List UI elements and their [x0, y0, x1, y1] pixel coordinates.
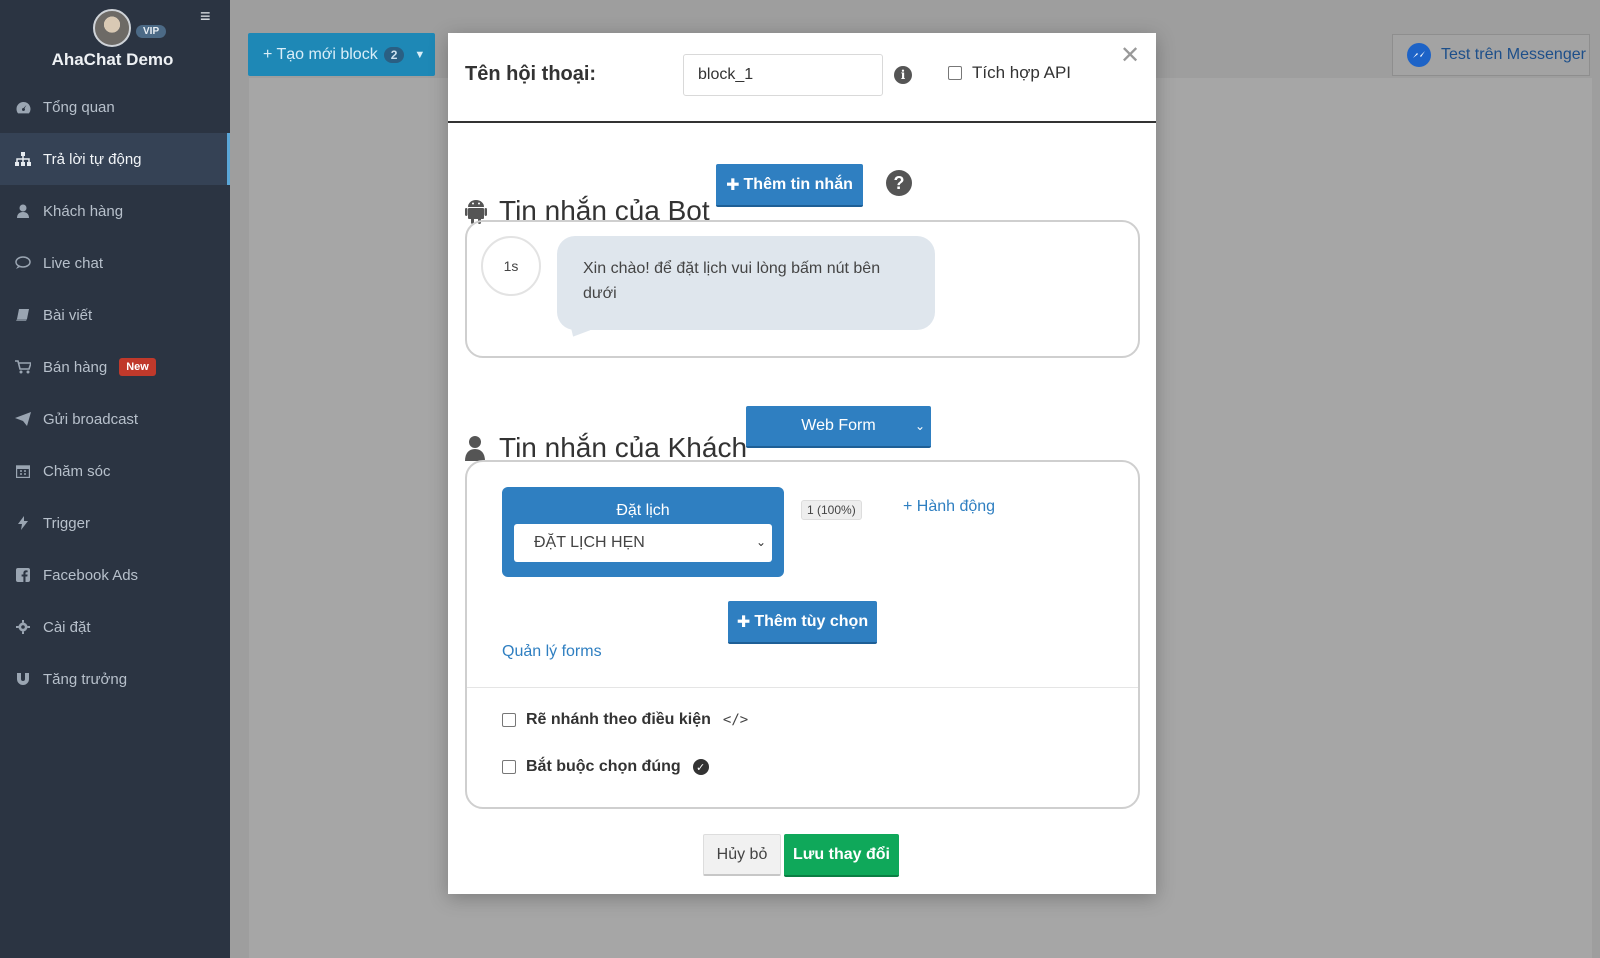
sidebar-item-cai-dat[interactable]: Cài đặt: [0, 601, 230, 653]
new-badge: New: [119, 358, 156, 376]
add-message-button[interactable]: ✚ Thêm tin nhắn: [716, 164, 863, 207]
check-circle-icon: ✓: [692, 759, 709, 775]
chevron-down-icon: ⌄: [755, 535, 766, 549]
messenger-icon: [1407, 43, 1431, 67]
sidebar-item-label: Chăm sóc: [43, 462, 111, 480]
sidebar-item-label: Tổng quan: [43, 98, 115, 116]
calendar-icon: [15, 463, 31, 479]
sidebar-nav: Tổng quan Trả lời tự động Khách hàng Liv…: [0, 81, 230, 705]
code-icon: </>: [722, 712, 749, 728]
bot-message-box: 1s Xin chào! để đặt lịch vui lòng bấm nú…: [465, 220, 1140, 358]
sidebar-item-khach-hang[interactable]: Khách hàng: [0, 185, 230, 237]
delay-indicator[interactable]: 1s: [481, 236, 541, 296]
required-label: Bắt buộc chọn đúng: [526, 758, 681, 775]
help-icon[interactable]: ?: [886, 170, 912, 196]
dashboard-icon: [15, 99, 31, 115]
brand-name: AhaChat Demo: [51, 50, 174, 69]
add-option-label: Thêm tùy chọn: [754, 612, 869, 630]
hamburger-menu-icon[interactable]: ≡: [200, 7, 218, 25]
cart-icon: [15, 359, 31, 375]
branch-condition-option[interactable]: Rẽ nhánh theo điều kiện </>: [502, 711, 748, 729]
bolt-icon: [15, 515, 31, 531]
sidebar-item-label: Cài đặt: [43, 618, 91, 636]
info-icon[interactable]: i: [894, 66, 912, 84]
sidebar-item-label: Trigger: [43, 514, 90, 532]
sidebar-item-label: Live chat: [43, 254, 104, 272]
sidebar-item-trigger[interactable]: Trigger: [0, 497, 230, 549]
sidebar-item-tang-truong[interactable]: Tăng trưởng: [0, 653, 230, 705]
sitemap-icon: [15, 151, 31, 167]
add-action-link[interactable]: + Hành động: [903, 498, 995, 516]
divider: [467, 687, 1138, 688]
sidebar-item-bai-viet[interactable]: Bài viết: [0, 289, 230, 341]
user-icon: [465, 435, 487, 461]
gear-icon: [15, 619, 31, 635]
save-button[interactable]: Lưu thay đổi: [784, 834, 899, 877]
vip-badge: VIP: [136, 25, 167, 38]
sidebar-item-tra-loi-tu-dong[interactable]: Trả lời tự động: [0, 133, 230, 185]
cancel-button[interactable]: Hủy bỏ: [703, 834, 781, 876]
bot-message-bubble[interactable]: Xin chào! để đặt lịch vui lòng bấm nút b…: [557, 236, 935, 330]
magnet-icon: [15, 671, 31, 687]
customer-message-box: Đặt lịch ĐẶT LỊCH HẸN ⌄ 1 (100%) + Hành …: [465, 460, 1140, 809]
sidebar-item-label: Bài viết: [43, 306, 93, 324]
manage-forms-link[interactable]: Quản lý forms: [502, 643, 602, 661]
sidebar-item-tong-quan[interactable]: Tổng quan: [0, 81, 230, 133]
api-checkbox[interactable]: [948, 66, 962, 80]
chevron-down-icon: ⌄: [914, 419, 925, 433]
close-icon[interactable]: ✕: [1120, 41, 1140, 70]
new-block-label: + Tạo mới block: [263, 45, 378, 63]
sidebar-item-live-chat[interactable]: Live chat: [0, 237, 230, 289]
chat-icon: [15, 255, 31, 271]
required-option[interactable]: Bắt buộc chọn đúng ✓: [502, 758, 709, 776]
sidebar-item-label: Trả lời tự động: [43, 150, 142, 168]
form-option-card: Đặt lịch ĐẶT LỊCH HẸN ⌄: [502, 487, 784, 577]
sidebar-item-label: Tăng trưởng: [43, 670, 128, 688]
sidebar-item-label: Facebook Ads: [43, 566, 139, 584]
paper-plane-icon: [15, 411, 31, 427]
new-block-button[interactable]: + Tạo mới block 2 ▼: [248, 33, 435, 76]
option-stat-badge: 1 (100%): [801, 500, 862, 520]
block-count-badge: 2: [383, 46, 405, 63]
user-icon: [15, 203, 31, 219]
conversation-name-label: Tên hội thoại:: [465, 63, 597, 85]
plus-icon: ✚: [726, 176, 740, 194]
required-checkbox[interactable]: [502, 760, 516, 774]
sidebar-item-label: Khách hàng: [43, 202, 124, 220]
book-icon: [15, 307, 31, 323]
message-type-value: Web Form: [801, 417, 876, 434]
test-messenger-button[interactable]: Test trên Messenger: [1392, 34, 1590, 76]
api-integration-checkbox[interactable]: Tích hợp API: [948, 63, 1071, 83]
block-editor-modal: Tên hội thoại: i Tích hợp API ✕ Tin nhắn…: [448, 33, 1156, 894]
sidebar-item-gui-broadcast[interactable]: Gửi broadcast: [0, 393, 230, 445]
sidebar-item-cham-soc[interactable]: Chăm sóc: [0, 445, 230, 497]
caret-down-icon: ▼: [414, 48, 426, 61]
branch-label: Rẽ nhánh theo điều kiện: [526, 711, 711, 728]
sidebar-item-label: Bán hàng: [43, 358, 108, 376]
conversation-name-input[interactable]: [683, 54, 883, 96]
add-message-label: Thêm tin nhắn: [743, 175, 853, 193]
branch-checkbox[interactable]: [502, 713, 516, 727]
plus-icon: ✚: [736, 613, 751, 631]
add-option-button[interactable]: ✚ Thêm tùy chọn: [728, 601, 877, 644]
form-select-value: ĐẶT LỊCH HẸN: [534, 534, 645, 551]
modal-header: Tên hội thoại: i Tích hợp API ✕: [448, 33, 1156, 123]
sidebar: VIP AhaChat Demo ≡ Tổng quan Trả lời tự …: [0, 0, 230, 958]
avatar[interactable]: [93, 9, 131, 47]
message-type-select[interactable]: Web Form ⌄: [746, 406, 931, 448]
sidebar-item-ban-hang[interactable]: Bán hàng New: [0, 341, 230, 393]
test-messenger-label: Test trên Messenger: [1441, 46, 1586, 63]
sidebar-item-facebook-ads[interactable]: Facebook Ads: [0, 549, 230, 601]
facebook-icon: [15, 567, 31, 583]
sidebar-item-label: Gửi broadcast: [43, 410, 139, 428]
form-option-title[interactable]: Đặt lịch: [502, 502, 784, 520]
form-select[interactable]: ĐẶT LỊCH HẸN ⌄: [514, 524, 772, 562]
api-label: Tích hợp API: [972, 63, 1072, 82]
